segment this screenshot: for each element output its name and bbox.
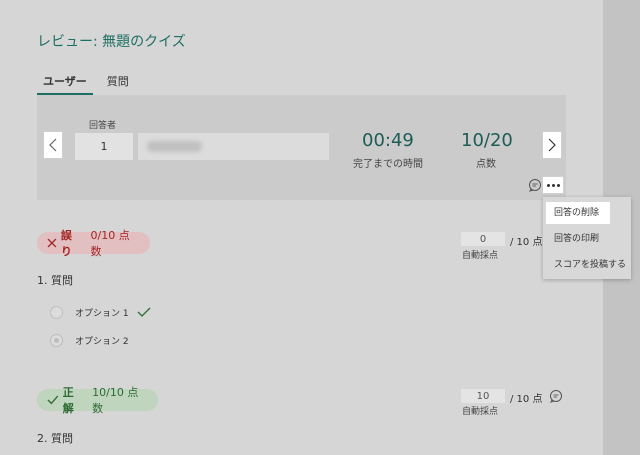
menu-item-post-scores[interactable]: スコアを投稿する xyxy=(543,254,631,276)
status-badge-correct: 正解 10/10 点数 xyxy=(37,386,158,415)
option-row: オプション 2 xyxy=(50,332,129,348)
more-options-menu: 回答の削除 回答の印刷 スコアを投稿する xyxy=(543,197,631,279)
redacted-name xyxy=(147,141,202,152)
previous-responder-button[interactable] xyxy=(43,131,63,159)
responder-label: 回答者 xyxy=(89,121,117,131)
score-caption: 点数 xyxy=(476,159,496,170)
completion-time-caption: 完了までの時間 xyxy=(353,159,423,170)
question-title: 2. 質問 xyxy=(37,432,73,445)
comment-icon[interactable] xyxy=(549,389,563,403)
menu-item-delete-response[interactable]: 回答の削除 xyxy=(546,202,610,224)
status-score: 10/10 点数 xyxy=(92,386,139,415)
cross-icon xyxy=(47,238,57,248)
score-value: 10/20 xyxy=(461,130,513,151)
responder-number-input[interactable]: 1 xyxy=(75,133,133,160)
next-responder-button[interactable] xyxy=(542,131,562,159)
more-dot-icon xyxy=(556,183,560,187)
points-total: / 10 点 xyxy=(510,237,543,248)
chevron-left-icon xyxy=(49,138,57,152)
auto-graded-label: 自動採点 xyxy=(462,407,499,417)
status-label: 誤り xyxy=(60,229,72,258)
option-label: オプション 1 xyxy=(75,308,129,319)
tab-questions[interactable]: 質問 xyxy=(101,69,135,95)
page-title: レビュー: 無題のクイズ xyxy=(37,34,186,50)
option-row: オプション 1 xyxy=(50,304,151,320)
tab-users[interactable]: ユーザー xyxy=(37,69,93,95)
points-total: / 10 点 xyxy=(510,394,543,405)
points-input[interactable]: 10 xyxy=(461,389,505,403)
radio-button[interactable] xyxy=(50,305,63,319)
option-label: オプション 2 xyxy=(75,336,129,347)
more-dot-icon xyxy=(546,183,550,187)
view-tabs: ユーザー 質問 xyxy=(37,69,135,95)
review-page: レビュー: 無題のクイズ ユーザー 質問 回答者 1 00:49 完了までの時間… xyxy=(0,0,603,455)
more-dot-icon xyxy=(551,183,555,187)
auto-graded-label: 自動採点 xyxy=(462,251,499,261)
radio-button-selected[interactable] xyxy=(50,333,63,347)
check-icon xyxy=(47,395,59,405)
completion-time-value: 00:49 xyxy=(362,130,414,151)
menu-item-print-response[interactable]: 回答の印刷 xyxy=(543,228,631,250)
comment-icon[interactable] xyxy=(528,178,542,192)
chevron-right-icon xyxy=(548,138,556,152)
responder-name-field[interactable] xyxy=(138,133,329,160)
correct-check-icon xyxy=(137,307,151,317)
status-badge-wrong: 誤り 0/10 点数 xyxy=(37,229,150,258)
status-score: 0/10 点数 xyxy=(90,229,130,258)
question-title: 1. 質問 xyxy=(37,274,73,287)
more-options-button[interactable] xyxy=(542,176,564,194)
points-input[interactable]: 0 xyxy=(461,232,505,246)
status-label: 正解 xyxy=(62,386,74,415)
